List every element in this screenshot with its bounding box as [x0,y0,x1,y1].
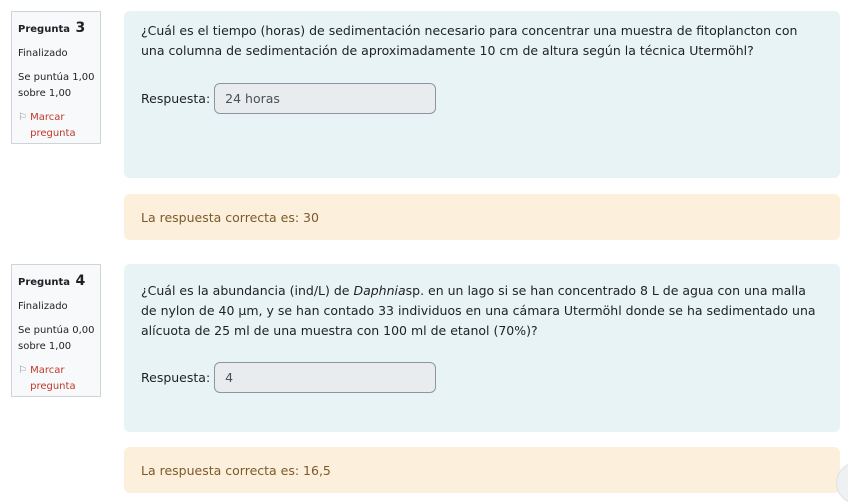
correct-answer-feedback: La respuesta correcta es: 16,5 [124,447,840,493]
flag-question-link[interactable]: ⚐ Marcar pregunta [18,110,100,142]
answer-row: Respuesta: 4 [141,362,823,393]
flag-icon: ⚐ [18,112,27,123]
question-number: Pregunta 3 [18,20,86,36]
correct-answer-feedback: La respuesta correcta es: 30 [124,194,840,240]
species-name: Daphnia [353,283,406,298]
answer-label: Respuesta: [141,370,211,385]
question-text: ¿Cuál es la abundancia (ind/L) de Daphni… [141,283,816,338]
question-grade: Se puntúa 0,00 sobre 1,00 [18,325,95,352]
question-number: Pregunta 4 [18,273,86,289]
question-grade: Se puntúa 1,00 sobre 1,00 [18,72,95,99]
answer-input[interactable]: 24 horas [214,83,437,114]
question-formulation: ¿Cuál es el tiempo (horas) de sedimentac… [124,11,840,178]
question-text: ¿Cuál es el tiempo (horas) de sedimentac… [141,23,798,58]
answer-label: Respuesta: [141,91,211,106]
question-info: Pregunta 3 Finalizado Se puntúa 1,00 sob… [11,11,101,144]
question-state: Finalizado [18,48,68,59]
question-info: Pregunta 4 Finalizado Se puntúa 0,00 sob… [11,264,101,397]
question-formulation: ¿Cuál es la abundancia (ind/L) de Daphni… [124,264,840,432]
flag-question-link[interactable]: ⚐ Marcar pregunta [18,363,100,395]
answer-input[interactable]: 4 [214,362,437,393]
flag-icon: ⚐ [18,365,27,376]
answer-row: Respuesta: 24 horas [141,83,823,114]
question-state: Finalizado [18,301,68,312]
